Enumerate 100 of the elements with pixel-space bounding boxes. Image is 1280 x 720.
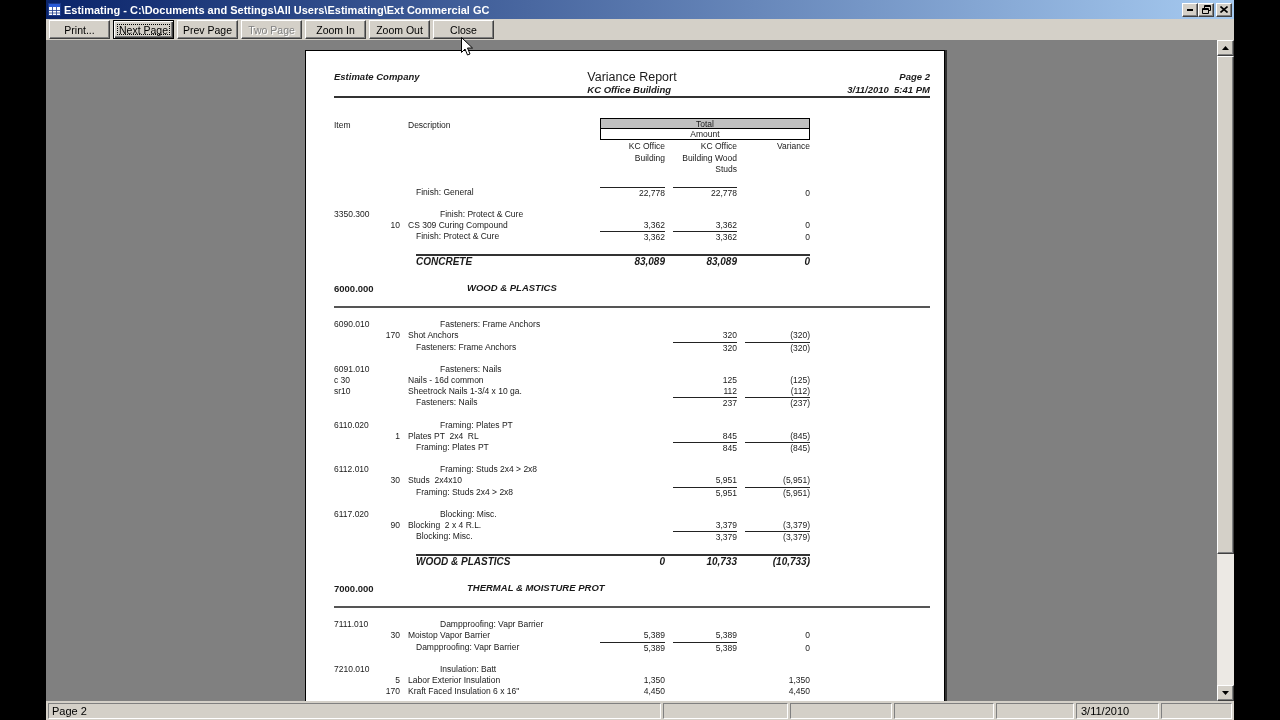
restore-button[interactable] bbox=[1198, 2, 1214, 17]
subtotal-label: Finish: Protect & Cure bbox=[416, 231, 500, 243]
up-arrow-icon bbox=[1222, 46, 1229, 50]
subtotal-amount: 0 bbox=[804, 186, 810, 198]
subtotal-amount: 5,389 bbox=[600, 641, 665, 653]
scrollbar-thumb[interactable] bbox=[1217, 56, 1234, 554]
subtotal-label: Dampproofing: Vapr Barrier bbox=[416, 641, 520, 653]
amount-value: 5,951 bbox=[715, 475, 737, 487]
subtotal-amount: (845) bbox=[745, 441, 810, 454]
subtotal-amount: 3,362 bbox=[600, 231, 665, 243]
toolbar-button[interactable]: Next Page bbox=[113, 20, 174, 39]
section-total-amount: 83,089 bbox=[634, 256, 665, 270]
status-bar-panel bbox=[1161, 703, 1232, 719]
subtotal-amount: (237) bbox=[745, 397, 810, 409]
quantity-value: 10 bbox=[390, 219, 400, 232]
close-icon bbox=[1220, 6, 1228, 13]
section-code: 7000.000 bbox=[334, 583, 374, 595]
toolbar-button[interactable]: Zoom Out bbox=[369, 20, 430, 39]
item-description: Blocking 2 x 4 R.L. bbox=[408, 519, 482, 532]
amount-value: 0 bbox=[805, 219, 810, 232]
group-title: Blocking: Misc. bbox=[440, 508, 497, 520]
item-code: 6090.010 bbox=[334, 319, 370, 331]
amount-value: (320) bbox=[790, 330, 810, 342]
project-name: KC Office Building bbox=[587, 84, 672, 96]
minimize-icon bbox=[1187, 8, 1193, 11]
group-title: Fasteners: Nails bbox=[440, 363, 502, 375]
amount-value: 5,389 bbox=[643, 630, 665, 642]
quantity-value: 90 bbox=[390, 519, 400, 532]
item-description: Moistop Vapor Barrier bbox=[408, 630, 491, 642]
item-description: Plates PT 2x4 RL bbox=[408, 430, 479, 442]
toolbar-button[interactable]: Prev Page bbox=[177, 20, 238, 39]
quantity-value: 30 bbox=[390, 630, 400, 642]
subtotal-amount: 22,778 bbox=[600, 186, 665, 198]
quantity-value: 30 bbox=[390, 475, 400, 487]
section-total-amount: 0 bbox=[804, 256, 810, 270]
amount-value: 125 bbox=[722, 375, 737, 387]
scroll-down-button[interactable] bbox=[1217, 685, 1234, 701]
column-header: Item bbox=[334, 120, 351, 132]
restore-icon bbox=[1201, 5, 1211, 14]
amount-value: 0 bbox=[805, 630, 810, 642]
amount-value: 3,362 bbox=[715, 219, 737, 232]
subtotal-amount: (320) bbox=[745, 341, 810, 353]
section-code: 6000.000 bbox=[334, 283, 374, 295]
page-number: Page 2 bbox=[899, 70, 930, 84]
close-button[interactable] bbox=[1216, 2, 1232, 17]
subtotal-amount: 237 bbox=[673, 397, 737, 409]
subtotal-label: Fasteners: Frame Anchors bbox=[416, 341, 517, 353]
subtotal-amount: 5,951 bbox=[673, 486, 737, 498]
item-code: c 30 bbox=[334, 375, 351, 387]
amount-value: (845) bbox=[790, 430, 810, 442]
subtotal-label: Finish: General bbox=[416, 186, 474, 198]
amount-value: (112) bbox=[790, 386, 810, 398]
column-header: Variance bbox=[777, 141, 810, 153]
column-header: KC Office Building bbox=[627, 141, 665, 165]
group-title: Insulation: Batt bbox=[440, 663, 497, 675]
item-code: 6091.010 bbox=[334, 363, 370, 375]
section-total-amount: 83,089 bbox=[706, 256, 737, 270]
subtotal-amount: 3,362 bbox=[673, 231, 737, 243]
subtotal-amount: 320 bbox=[673, 341, 737, 353]
scroll-up-button[interactable] bbox=[1217, 40, 1234, 56]
item-code: 6110.020 bbox=[334, 419, 369, 431]
subtotal-amount: (3,379) bbox=[745, 531, 810, 543]
item-code: 7111.010 bbox=[334, 619, 369, 631]
subtotal-label: Framing: Plates PT bbox=[416, 441, 489, 454]
subtotal-amount: 5,389 bbox=[673, 641, 737, 653]
toolbar-button[interactable]: Print... bbox=[49, 20, 110, 39]
subtotal-amount: 0 bbox=[804, 231, 810, 243]
subtotal-label: Framing: Studs 2x4 > 2x8 bbox=[416, 486, 514, 498]
toolbar-button[interactable]: Close bbox=[433, 20, 494, 39]
item-code: 6112.010 bbox=[334, 464, 369, 476]
status-date: 3/11/2010 bbox=[1076, 703, 1159, 719]
item-code: sr10 bbox=[334, 386, 351, 398]
amount-value: 1,350 bbox=[788, 675, 810, 687]
column-group-header: Total bbox=[600, 118, 810, 129]
section-title: THERMAL & MOISTURE PROT bbox=[467, 582, 605, 596]
amount-value: 3,362 bbox=[643, 219, 665, 232]
quantity-value: 170 bbox=[385, 686, 400, 698]
amount-value: 1,350 bbox=[643, 675, 665, 687]
report-title: Variance Report bbox=[587, 70, 677, 84]
item-description: Kraft Faced Insulation 6 x 16" bbox=[408, 686, 520, 698]
group-title: Framing: Plates PT bbox=[440, 419, 513, 431]
subtotal-label: Blocking: Misc. bbox=[416, 531, 473, 543]
down-arrow-icon bbox=[1222, 691, 1229, 695]
amount-value: 4,450 bbox=[643, 686, 665, 698]
item-code: 7210.010 bbox=[334, 663, 370, 675]
window-title: Estimating - C:\Documents and Settings\All Users\Estimating\Ext Commercial GC bbox=[64, 3, 490, 16]
amount-value: 3,379 bbox=[715, 519, 737, 532]
section-total-amount: 10,733 bbox=[706, 556, 737, 570]
subtotal-amount: 0 bbox=[804, 641, 810, 653]
section-total-amount: (10,733) bbox=[772, 556, 810, 570]
minimize-button[interactable] bbox=[1182, 2, 1198, 17]
amount-value: 5,389 bbox=[715, 630, 737, 642]
toolbar-button[interactable]: Zoom In bbox=[305, 20, 366, 39]
item-description: Sheetrock Nails 1-3/4 x 10 ga. bbox=[408, 386, 522, 398]
item-description: Nails - 16d common bbox=[408, 375, 484, 387]
column-header: KC Office Building Wood Studs bbox=[681, 141, 737, 176]
section-total-label: WOOD & PLASTICS bbox=[416, 556, 511, 570]
section-total-amount: 0 bbox=[659, 556, 665, 570]
quantity-value: 1 bbox=[395, 430, 400, 442]
section-total-label: CONCRETE bbox=[416, 256, 473, 270]
